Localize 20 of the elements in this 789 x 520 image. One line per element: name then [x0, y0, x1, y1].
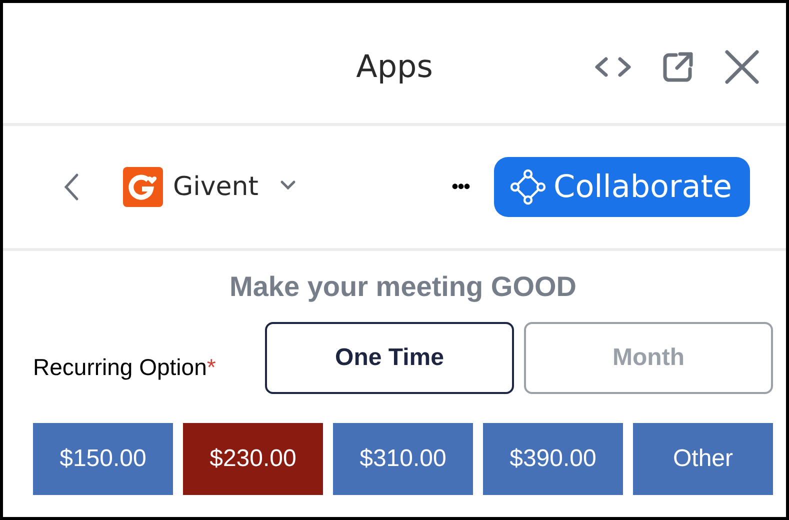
app-logo-icon: [123, 167, 163, 207]
recurring-option-label: Recurring Option*: [33, 354, 217, 380]
caret-icon[interactable]: [280, 180, 296, 190]
code-icon[interactable]: [594, 55, 632, 79]
amount-button[interactable]: $230.00: [183, 423, 323, 495]
more-button[interactable]: •••: [452, 176, 470, 198]
collaborate-icon: [510, 169, 546, 205]
amount-button[interactable]: $390.00: [483, 423, 623, 495]
collaborate-button[interactable]: Collaborate: [494, 157, 750, 217]
external-link-icon[interactable]: [662, 51, 694, 83]
close-icon[interactable]: [724, 49, 760, 85]
recurring-option-button[interactable]: Month: [524, 322, 773, 394]
recurring-option-button[interactable]: One Time: [265, 322, 514, 394]
amount-button[interactable]: $150.00: [33, 423, 173, 495]
amount-button[interactable]: $310.00: [333, 423, 473, 495]
amount-button[interactable]: Other: [633, 423, 773, 495]
form-heading: Make your meeting GOOD: [228, 271, 578, 303]
app-name[interactable]: Givent: [173, 172, 258, 202]
back-icon[interactable]: [63, 173, 79, 201]
window-title: Apps: [356, 49, 433, 85]
